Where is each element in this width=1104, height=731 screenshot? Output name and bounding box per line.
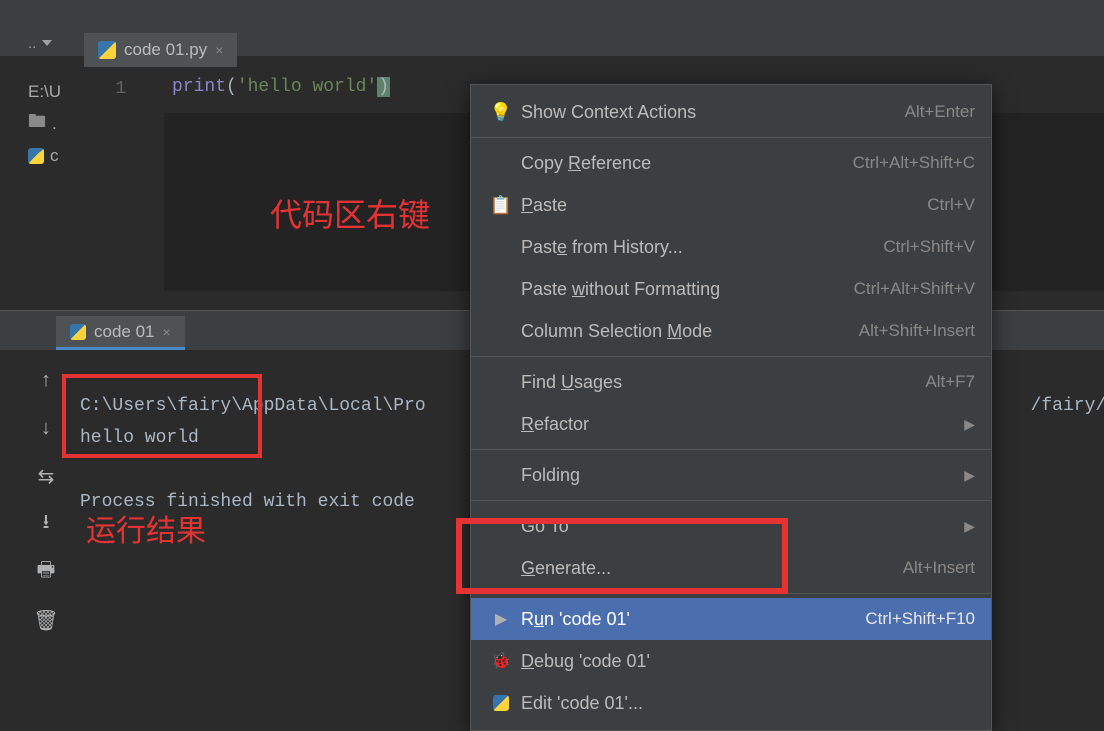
menu-shortcut: Alt+F7	[925, 372, 975, 392]
run-tab[interactable]: code 01 ×	[56, 316, 185, 350]
submenu-arrow-icon: ▶	[954, 518, 975, 535]
context-menu: 💡 Show Context Actions Alt+Enter Copy Re…	[470, 84, 992, 731]
console-line-2: hello world	[80, 428, 199, 448]
down-arrow-icon[interactable]: ↓	[32, 414, 60, 442]
submenu-arrow-icon: ▶	[954, 467, 975, 484]
menu-shortcut: Ctrl+Shift+F10	[865, 609, 975, 629]
menu-label: Debug 'code 01'	[515, 651, 975, 672]
run-tab-name: code 01	[94, 322, 155, 342]
menu-shortcut: Ctrl+Alt+Shift+C	[853, 153, 975, 173]
menu-column-selection[interactable]: Column Selection Mode Alt+Shift+Insert	[471, 310, 991, 352]
menu-shortcut: Ctrl+Shift+V	[883, 237, 975, 257]
sidebar-root[interactable]: E:\U	[28, 76, 86, 108]
menu-shortcut: Alt+Insert	[903, 558, 975, 578]
menu-label: Paste from History...	[515, 237, 883, 258]
menu-label: Paste	[515, 195, 927, 216]
clipboard-icon: 📋	[487, 195, 515, 216]
editor-tabs: code 01.py ×	[84, 33, 237, 67]
menu-label: Generate...	[515, 558, 903, 579]
menu-show-context-actions[interactable]: 💡 Show Context Actions Alt+Enter	[471, 91, 991, 133]
menu-separator	[471, 449, 991, 450]
menu-paste[interactable]: 📋 Paste Ctrl+V	[471, 184, 991, 226]
menu-edit-config[interactable]: Edit 'code 01'...	[471, 682, 991, 724]
menu-generate[interactable]: Generate... Alt+Insert	[471, 547, 991, 589]
folder-icon: 🖿	[28, 109, 46, 139]
menu-shortcut: Ctrl+Alt+Shift+V	[854, 279, 975, 299]
menu-label: Paste without Formatting	[515, 279, 854, 300]
menu-shortcut: Alt+Shift+Insert	[859, 321, 975, 341]
python-icon	[70, 324, 86, 340]
wrap-icon[interactable]: ⇆	[32, 462, 60, 490]
sidebar-file[interactable]: c	[28, 140, 86, 172]
code-string: 'hello world'	[237, 77, 377, 97]
menu-label: Folding	[515, 465, 954, 486]
submenu-arrow-icon: ▶	[954, 416, 975, 433]
play-icon: ▶	[487, 609, 515, 629]
menu-separator	[471, 500, 991, 501]
menu-debug[interactable]: 🐞 Debug 'code 01'	[471, 640, 991, 682]
bug-icon: 🐞	[487, 651, 515, 671]
menu-paste-without-formatting[interactable]: Paste without Formatting Ctrl+Alt+Shift+…	[471, 268, 991, 310]
file-trunc: c	[50, 146, 59, 166]
menu-separator	[471, 356, 991, 357]
menu-find-usages[interactable]: Find Usages Alt+F7	[471, 361, 991, 403]
window-titlebar	[0, 0, 1104, 30]
project-sidebar: E:\U 🖿 . c	[28, 76, 86, 172]
console-line-1a: C:\Users\fairy\AppData\Local\Pro	[80, 396, 426, 416]
print-icon[interactable]: 🖶	[32, 558, 60, 586]
menu-label: Run 'code 01'	[515, 609, 865, 630]
up-arrow-icon[interactable]: ↑	[32, 366, 60, 394]
menu-folding[interactable]: Folding ▶	[471, 454, 991, 496]
trash-icon[interactable]: 🗑	[32, 606, 60, 634]
menu-goto[interactable]: Go To ▶	[471, 505, 991, 547]
console-line-1b: /fairy/	[1031, 396, 1104, 416]
menu-paste-history[interactable]: Paste from History... Ctrl+Shift+V	[471, 226, 991, 268]
run-toolbar: ↑ ↓ ⇆ ⭳ 🖶 🗑	[32, 366, 72, 634]
chevron-down-icon[interactable]	[42, 40, 52, 46]
menu-label: Copy Reference	[515, 153, 853, 174]
menu-separator	[471, 593, 991, 594]
python-icon	[98, 41, 116, 59]
menu-shortcut: Ctrl+V	[927, 195, 975, 215]
line-gutter: 1	[84, 79, 156, 99]
close-icon[interactable]: ×	[215, 42, 223, 58]
annotation-code-area: 代码区右键	[270, 190, 430, 236]
menu-label: Show Context Actions	[515, 102, 905, 123]
python-icon	[487, 695, 515, 711]
menu-run[interactable]: ▶ Run 'code 01' Ctrl+Shift+F10	[471, 598, 991, 640]
editor-tab[interactable]: code 01.py ×	[84, 33, 237, 67]
menu-label: Edit 'code 01'...	[515, 693, 975, 714]
folder-label: .	[52, 114, 57, 134]
code-func: print	[172, 77, 226, 97]
menu-separator	[471, 137, 991, 138]
sidebar-folder[interactable]: 🖿 .	[28, 108, 86, 140]
menu-label: Find Usages	[515, 372, 925, 393]
menu-label: Column Selection Mode	[515, 321, 859, 342]
line-number: 1	[115, 79, 126, 99]
bulb-icon: 💡	[487, 102, 515, 123]
download-icon[interactable]: ⭳	[32, 510, 60, 538]
tab-filename: code 01.py	[124, 40, 207, 60]
annotation-run-result: 运行结果	[86, 506, 206, 550]
close-icon[interactable]: ×	[163, 324, 171, 340]
menu-copy-reference[interactable]: Copy Reference Ctrl+Alt+Shift+C	[471, 142, 991, 184]
python-icon	[28, 148, 44, 164]
breadcrumb-dots: ..	[28, 35, 36, 52]
root-path: E:\U	[28, 82, 61, 102]
menu-label: Refactor	[515, 414, 954, 435]
menu-label: Go To	[515, 516, 954, 537]
menu-shortcut: Alt+Enter	[905, 102, 975, 122]
menu-refactor[interactable]: Refactor ▶	[471, 403, 991, 445]
code-line: print('hello world')	[172, 77, 390, 97]
